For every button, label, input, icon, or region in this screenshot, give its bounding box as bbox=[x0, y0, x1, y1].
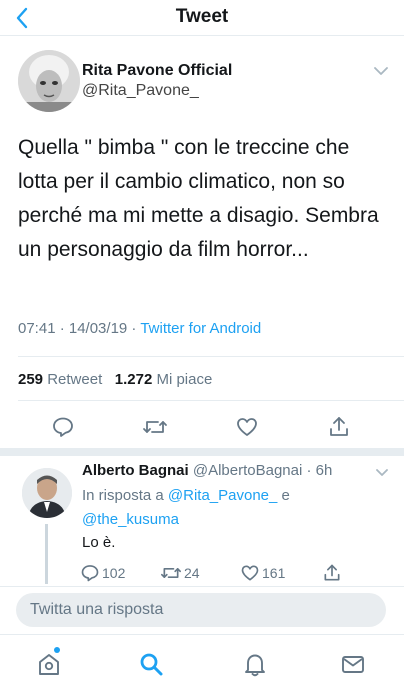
like-label[interactable]: Mi piace bbox=[156, 371, 212, 388]
notification-dot bbox=[54, 647, 60, 653]
reply-author-handle[interactable]: @AlbertoBagnai bbox=[193, 462, 302, 479]
mention-link[interactable]: @the_kusuma bbox=[82, 511, 179, 528]
reply-retweet-count: 24 bbox=[184, 565, 200, 581]
page-title: Tweet bbox=[175, 6, 229, 27]
retweet-icon bbox=[143, 421, 167, 433]
tab-bar bbox=[0, 634, 404, 690]
tweet-actions bbox=[0, 412, 404, 442]
reply-retweet-button[interactable]: 24 bbox=[160, 562, 200, 584]
reply-text: Lo è. bbox=[82, 534, 116, 551]
avatar[interactable] bbox=[18, 50, 80, 112]
heart-icon bbox=[241, 565, 259, 581]
like-count[interactable]: 1.272 bbox=[115, 371, 153, 388]
tweet-text: Quella " bimba " con le treccine che lot… bbox=[18, 136, 379, 261]
tab-home[interactable] bbox=[34, 647, 64, 679]
divider bbox=[18, 400, 404, 401]
reply-share-button[interactable] bbox=[322, 562, 344, 584]
reply-header: Alberto Bagnai @AlbertoBagnai · 6h bbox=[82, 462, 332, 479]
tab-messages[interactable] bbox=[338, 649, 368, 679]
tab-search[interactable] bbox=[136, 649, 166, 679]
reply-icon bbox=[53, 417, 73, 437]
tweet-timestamp: 07:41 · 14/03/19 · bbox=[18, 320, 141, 337]
home-icon bbox=[39, 654, 59, 675]
tweet-meta: 07:41 · 14/03/19 · Twitter for Android bbox=[18, 320, 261, 337]
retweet-button[interactable] bbox=[140, 412, 170, 442]
reply-input[interactable]: Twitta una risposta bbox=[16, 593, 386, 627]
reply-button[interactable] bbox=[48, 412, 78, 442]
share-icon bbox=[324, 564, 340, 581]
retweet-icon bbox=[160, 568, 181, 578]
reply-icon bbox=[81, 565, 99, 582]
reply-author-name[interactable]: Alberto Bagnai bbox=[82, 462, 189, 479]
tweet-menu-button[interactable] bbox=[372, 64, 390, 78]
reply-tweet[interactable]: Alberto Bagnai @AlbertoBagnai · 6h In ri… bbox=[0, 456, 404, 586]
envelope-icon bbox=[342, 656, 364, 673]
tweet-source-link[interactable]: Twitter for Android bbox=[140, 320, 261, 337]
chevron-down-icon bbox=[376, 469, 388, 476]
compose-bar: Twitta una risposta bbox=[0, 586, 404, 630]
retweet-label[interactable]: Retweet bbox=[47, 371, 102, 388]
bell-icon bbox=[245, 654, 265, 677]
heart-icon bbox=[237, 418, 257, 436]
reply-timestamp: · 6h bbox=[306, 462, 333, 479]
chevron-down-icon bbox=[374, 67, 388, 75]
reply-actions: 102 24 161 bbox=[80, 562, 380, 584]
retweet-count[interactable]: 259 bbox=[18, 371, 43, 388]
in-reply-to-conjunction: e bbox=[277, 487, 290, 504]
search-icon bbox=[140, 653, 163, 676]
divider bbox=[18, 356, 404, 357]
reply-like-count: 161 bbox=[262, 565, 286, 581]
avatar[interactable] bbox=[22, 468, 72, 518]
like-button[interactable] bbox=[232, 412, 262, 442]
tweet-stats: 259 Retweet 1.272 Mi piace bbox=[18, 371, 212, 388]
section-separator bbox=[0, 448, 404, 456]
in-reply-to: In risposta a @Rita_Pavone_ e @the_kusum… bbox=[82, 484, 382, 532]
author-name[interactable]: Rita Pavone Official bbox=[82, 62, 232, 80]
tab-notifications[interactable] bbox=[240, 649, 270, 679]
in-reply-to-prefix: In risposta a bbox=[82, 487, 168, 504]
reply-reply-button[interactable]: 102 bbox=[80, 562, 125, 584]
reply-count: 102 bbox=[102, 565, 126, 581]
top-bar: Tweet bbox=[0, 0, 404, 36]
thread-line bbox=[45, 524, 48, 584]
share-icon bbox=[330, 417, 348, 436]
share-button[interactable] bbox=[324, 412, 354, 442]
mention-link[interactable]: @Rita_Pavone_ bbox=[168, 487, 277, 504]
reply-menu-button[interactable] bbox=[374, 466, 390, 478]
author-handle[interactable]: @Rita_Pavone_ bbox=[82, 82, 199, 100]
reply-like-button[interactable]: 161 bbox=[240, 562, 285, 584]
